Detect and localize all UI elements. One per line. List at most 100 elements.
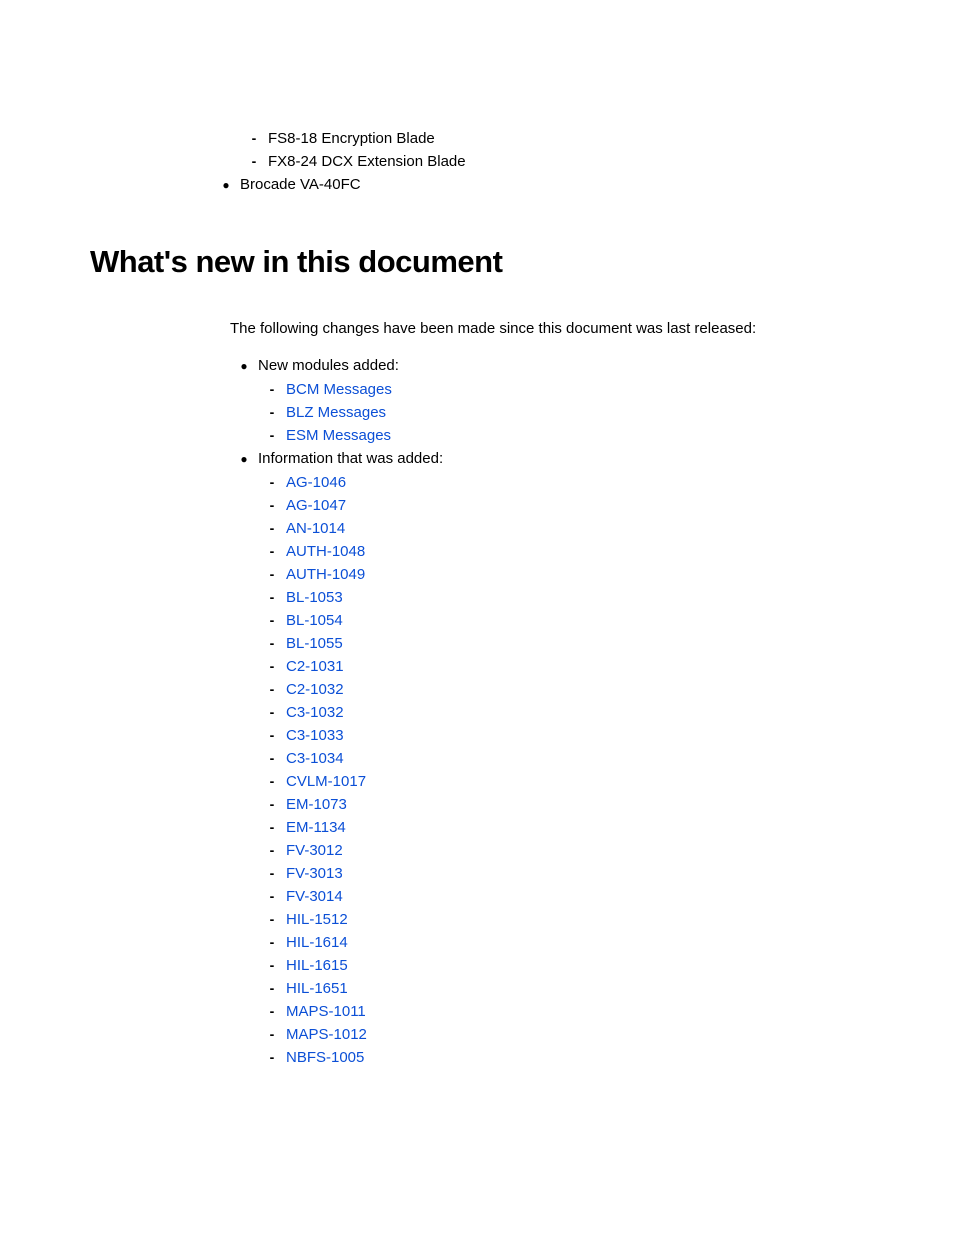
dash-icon: -	[258, 704, 286, 720]
reference-link[interactable]: BLZ Messages	[286, 404, 386, 421]
link-wrapper: C3-1032	[286, 704, 864, 721]
reference-link[interactable]: HIL-1615	[286, 957, 348, 974]
dash-icon: -	[258, 635, 286, 651]
list-item: -BCM Messages	[258, 381, 864, 398]
link-wrapper: BL-1054	[286, 612, 864, 629]
reference-link[interactable]: AUTH-1048	[286, 543, 365, 560]
list-item: -NBFS-1005	[258, 1049, 864, 1066]
reference-link[interactable]: AN-1014	[286, 520, 345, 537]
dash-icon: -	[258, 497, 286, 513]
reference-link[interactable]: C3-1032	[286, 704, 344, 721]
dash-icon: -	[258, 589, 286, 605]
list-item: ●Information that was added:	[230, 450, 864, 468]
dash-icon: -	[258, 427, 286, 443]
link-wrapper: C3-1034	[286, 750, 864, 767]
dash-icon: -	[258, 911, 286, 927]
link-wrapper: MAPS-1012	[286, 1026, 864, 1043]
list-item: -FV-3012	[258, 842, 864, 859]
dash-icon: -	[258, 681, 286, 697]
dash-icon: -	[240, 130, 268, 146]
reference-link[interactable]: BL-1053	[286, 589, 343, 606]
reference-link[interactable]: AG-1047	[286, 497, 346, 514]
bullet-icon: ●	[230, 450, 258, 468]
dash-icon: -	[258, 865, 286, 881]
reference-link[interactable]: FV-3012	[286, 842, 343, 859]
link-wrapper: BL-1053	[286, 589, 864, 606]
link-wrapper: BL-1055	[286, 635, 864, 652]
reference-link[interactable]: FV-3014	[286, 888, 343, 905]
reference-link[interactable]: CVLM-1017	[286, 773, 366, 790]
reference-link[interactable]: HIL-1651	[286, 980, 348, 997]
section-heading: What's new in this document	[90, 244, 864, 280]
top-sub-list: - FS8-18 Encryption Blade - FX8-24 DCX E…	[240, 130, 864, 194]
sub-list: -BCM Messages-BLZ Messages-ESM Messages	[258, 381, 864, 444]
reference-link[interactable]: NBFS-1005	[286, 1049, 364, 1066]
dash-icon: -	[258, 750, 286, 766]
dash-icon: -	[258, 543, 286, 559]
dash-icon: -	[258, 612, 286, 628]
list-item: -AN-1014	[258, 520, 864, 537]
reference-link[interactable]: C2-1031	[286, 658, 344, 675]
dash-icon: -	[258, 796, 286, 812]
dash-icon: -	[258, 888, 286, 904]
link-wrapper: HIL-1512	[286, 911, 864, 928]
dash-icon: -	[258, 819, 286, 835]
list-item: -BLZ Messages	[258, 404, 864, 421]
bullet-icon: ●	[230, 357, 258, 375]
dash-icon: -	[258, 474, 286, 490]
reference-link[interactable]: EM-1073	[286, 796, 347, 813]
list-item: -MAPS-1011	[258, 1003, 864, 1020]
link-wrapper: AN-1014	[286, 520, 864, 537]
list-item: -FV-3013	[258, 865, 864, 882]
reference-link[interactable]: ESM Messages	[286, 427, 391, 444]
reference-link[interactable]: EM-1134	[286, 819, 346, 836]
main-list: ●New modules added:-BCM Messages-BLZ Mes…	[230, 357, 864, 1066]
list-item: -BL-1054	[258, 612, 864, 629]
dash-icon: -	[258, 404, 286, 420]
dash-icon: -	[258, 1049, 286, 1065]
link-wrapper: BCM Messages	[286, 381, 864, 398]
link-wrapper: FV-3012	[286, 842, 864, 859]
reference-link[interactable]: AG-1046	[286, 474, 346, 491]
list-item: -MAPS-1012	[258, 1026, 864, 1043]
link-wrapper: AG-1046	[286, 474, 864, 491]
reference-link[interactable]: C3-1033	[286, 727, 344, 744]
link-wrapper: BLZ Messages	[286, 404, 864, 421]
list-item: -HIL-1614	[258, 934, 864, 951]
reference-link[interactable]: C2-1032	[286, 681, 344, 698]
reference-link[interactable]: HIL-1512	[286, 911, 348, 928]
list-item: -C2-1032	[258, 681, 864, 698]
reference-link[interactable]: FV-3013	[286, 865, 343, 882]
list-item-text: FX8-24 DCX Extension Blade	[268, 153, 864, 170]
list-item: -EM-1134	[258, 819, 864, 836]
reference-link[interactable]: AUTH-1049	[286, 566, 365, 583]
link-wrapper: C2-1031	[286, 658, 864, 675]
list-item: -CVLM-1017	[258, 773, 864, 790]
reference-link[interactable]: BL-1054	[286, 612, 343, 629]
reference-link[interactable]: BL-1055	[286, 635, 343, 652]
dash-icon: -	[258, 842, 286, 858]
list-item: -C3-1034	[258, 750, 864, 767]
link-wrapper: ESM Messages	[286, 427, 864, 444]
list-item: -BL-1053	[258, 589, 864, 606]
dash-icon: -	[258, 658, 286, 674]
list-item-text: FS8-18 Encryption Blade	[268, 130, 864, 147]
list-item: -AUTH-1049	[258, 566, 864, 583]
link-wrapper: AUTH-1048	[286, 543, 864, 560]
dash-icon: -	[258, 727, 286, 743]
link-wrapper: CVLM-1017	[286, 773, 864, 790]
link-wrapper: EM-1073	[286, 796, 864, 813]
reference-link[interactable]: C3-1034	[286, 750, 344, 767]
list-item: -EM-1073	[258, 796, 864, 813]
list-item: -BL-1055	[258, 635, 864, 652]
list-item: -HIL-1615	[258, 957, 864, 974]
reference-link[interactable]: HIL-1614	[286, 934, 348, 951]
reference-link[interactable]: MAPS-1012	[286, 1026, 367, 1043]
reference-link[interactable]: BCM Messages	[286, 381, 392, 398]
list-item: -C3-1032	[258, 704, 864, 721]
link-wrapper: C3-1033	[286, 727, 864, 744]
reference-link[interactable]: MAPS-1011	[286, 1003, 366, 1020]
bullet-icon: ●	[212, 176, 240, 194]
list-item: - FX8-24 DCX Extension Blade	[240, 153, 864, 170]
list-item: -C2-1031	[258, 658, 864, 675]
